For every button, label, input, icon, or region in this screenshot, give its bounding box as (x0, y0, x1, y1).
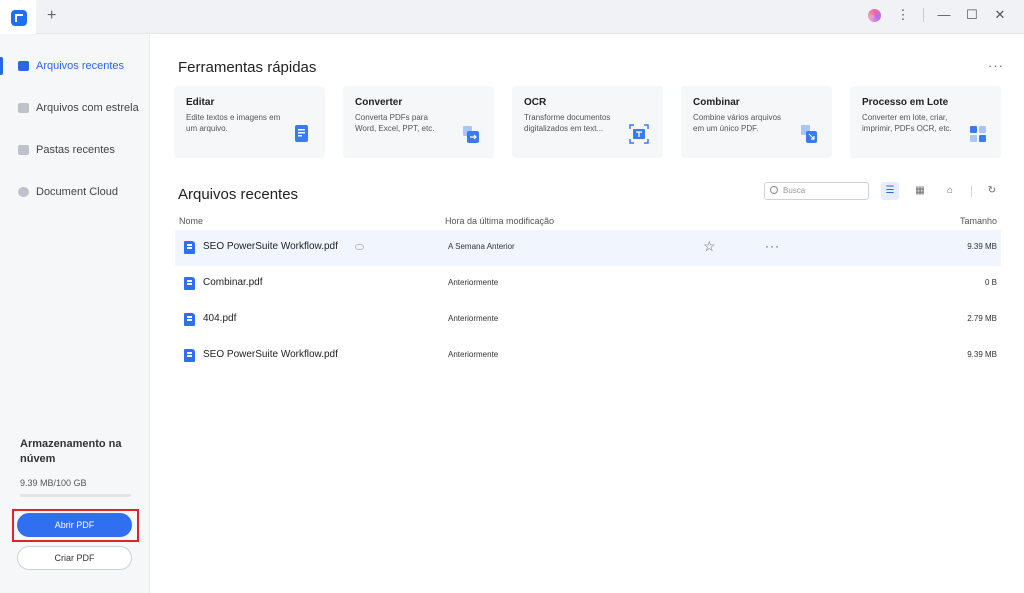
divider (971, 186, 972, 197)
tool-card-desc: Combine vários arquivos em um único PDF. (693, 113, 782, 133)
window-controls: ⋮ — ☐ ✕ (860, 4, 1014, 26)
cloud-status-icon (355, 244, 364, 250)
storage-progress-bar (20, 494, 131, 497)
sidebar: Arquivos recentes Arquivos com estrela P… (0, 34, 150, 593)
file-modified: Anteriormente (448, 314, 499, 323)
app-logo-icon (11, 10, 27, 26)
file-size: 2.79 MB (967, 314, 997, 323)
sidebar-item-label: Pastas recentes (36, 144, 115, 156)
sidebar-item-recent-folders[interactable]: Pastas recentes (0, 134, 150, 166)
file-modified: Anteriormente (448, 278, 499, 287)
convert-icon (463, 126, 479, 143)
tool-card-title: Editar (186, 97, 215, 108)
tool-card-title: Combinar (693, 97, 740, 108)
create-pdf-button[interactable]: Criar PDF (17, 546, 132, 570)
file-modified: A Semana Anterior (448, 242, 515, 251)
row-more-icon[interactable]: ··· (765, 239, 780, 253)
recent-files-icon (18, 61, 29, 71)
tool-card-desc: Converter em lote, criar, imprimir, PDFs… (862, 113, 952, 133)
table-row[interactable]: SEO PowerSuite Workflow.pdf Anteriorment… (175, 338, 1001, 374)
quick-tools-title: Ferramentas rápidas (178, 59, 317, 76)
sidebar-item-document-cloud[interactable]: Document Cloud (0, 176, 150, 208)
tool-card-combine[interactable]: Combinar Combine vários arquivos em um ú… (681, 86, 832, 158)
pdf-file-icon (184, 349, 195, 362)
new-tab-button[interactable]: + (47, 8, 56, 24)
tool-card-ocr[interactable]: OCR Transforme documentos digitalizados … (512, 86, 663, 158)
sidebar-item-starred-files[interactable]: Arquivos com estrela (0, 92, 150, 124)
storage-value: 9.39 MB/100 GB (20, 478, 87, 488)
grid-view-icon[interactable]: ▦ (911, 182, 929, 200)
star-files-icon (18, 103, 29, 113)
tool-card-batch[interactable]: Processo em Lote Converter em lote, cria… (850, 86, 1001, 158)
quick-tools-more-icon[interactable]: ··· (988, 58, 1004, 73)
column-header-size[interactable]: Tamanho (960, 216, 997, 226)
tool-card-desc: Transforme documentos digitalizados em t… (524, 113, 611, 133)
app-tab[interactable] (0, 0, 36, 34)
pdf-file-icon (184, 313, 195, 326)
trash-icon[interactable]: ⌂ (941, 182, 959, 200)
file-name: SEO PowerSuite Workflow.pdf (203, 241, 338, 252)
file-size: 0 B (984, 278, 997, 287)
tool-card-desc: Converta PDFs para Word, Excel, PPT, etc… (355, 113, 435, 133)
storage-title: Armazenamento na núvem (20, 438, 122, 465)
table-row[interactable]: Combinar.pdf Anteriormente 0 B (175, 266, 1001, 302)
tool-card-edit[interactable]: Editar Edite textos e imagens em um arqu… (174, 86, 325, 158)
cloud-icon (18, 187, 29, 197)
tool-card-title: Converter (355, 97, 403, 108)
tool-card-convert[interactable]: Converter Converta PDFs para Word, Excel… (343, 86, 494, 158)
pdf-file-icon (184, 241, 195, 254)
table-row[interactable]: SEO PowerSuite Workflow.pdf A Semana Ant… (175, 230, 1001, 266)
pdf-file-icon (184, 277, 195, 290)
sidebar-item-label: Arquivos recentes (36, 60, 125, 72)
tool-card-title: OCR (524, 97, 547, 108)
column-header-modified[interactable]: Hora da última modificação (445, 216, 554, 226)
tool-card-title: Processo em Lote (862, 97, 949, 108)
list-view-icon[interactable]: ☰ (881, 182, 899, 200)
tool-card-desc: Edite textos e imagens em um arquivo. (186, 113, 281, 133)
user-avatar-icon[interactable] (868, 8, 881, 22)
file-name: SEO PowerSuite Workflow.pdf (203, 349, 338, 360)
batch-icon (970, 126, 986, 142)
refresh-icon[interactable]: ↻ (983, 182, 1001, 200)
table-row[interactable]: 404.pdf Anteriormente 2.79 MB (175, 302, 1001, 338)
sidebar-item-label: Arquivos com estrela (36, 102, 139, 114)
edit-icon (295, 125, 308, 142)
file-name: Combinar.pdf (203, 277, 263, 288)
column-header-name[interactable]: Nome (179, 216, 203, 226)
close-icon[interactable]: ✕ (986, 4, 1014, 26)
combine-icon (801, 125, 817, 143)
recent-files-title: Arquivos recentes (178, 186, 299, 203)
file-name: 404.pdf (203, 313, 237, 324)
open-pdf-button[interactable]: Abrir PDF (17, 513, 132, 537)
maximize-icon[interactable]: ☐ (958, 4, 986, 26)
title-bar: + ⋮ — ☐ ✕ (0, 0, 1024, 34)
minimize-icon[interactable]: — (930, 4, 958, 26)
search-input[interactable]: Busca (764, 182, 869, 200)
more-options-icon[interactable]: ⋮ (889, 4, 917, 26)
sidebar-item-label: Document Cloud (36, 186, 118, 198)
sidebar-item-recent-files[interactable]: Arquivos recentes (0, 50, 150, 82)
file-modified: Anteriormente (448, 350, 499, 359)
ocr-icon (629, 124, 649, 144)
main-content: Ferramentas rápidas ··· Editar Edite tex… (151, 34, 1024, 593)
file-size: 9.39 MB (967, 350, 997, 359)
star-icon[interactable]: ☆ (703, 238, 716, 255)
divider (923, 8, 924, 22)
folder-icon (18, 145, 29, 155)
file-size: 9.39 MB (967, 242, 997, 251)
